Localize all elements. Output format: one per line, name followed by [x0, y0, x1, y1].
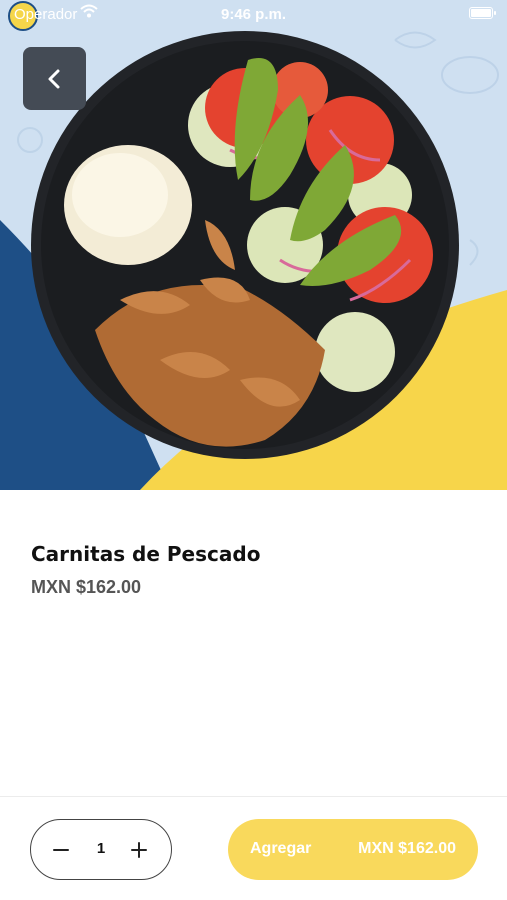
- product-image: Operador 9:46 p.m.: [0, 0, 507, 490]
- increase-quantity-button[interactable]: [127, 838, 151, 862]
- product-price: MXN $162.00: [31, 577, 142, 597]
- decrease-quantity-button[interactable]: [49, 838, 73, 862]
- battery-icon: [469, 7, 496, 19]
- status-time: 9:46 p.m.: [220, 6, 287, 23]
- chevron-left-icon: [48, 69, 59, 88]
- add-to-cart-bar: 1 Agregar MXN $162.00: [0, 796, 507, 900]
- quantity-stepper: 1: [30, 819, 172, 880]
- status-bar: Operador 9:46 p.m.: [0, 0, 507, 31]
- back-button[interactable]: [23, 47, 86, 110]
- add-button-label: Agregar: [250, 840, 312, 857]
- minus-icon: [53, 849, 69, 851]
- quantity-value: 1: [96, 840, 106, 857]
- plus-icon: [131, 842, 147, 858]
- add-button-amount: MXN $162.00: [358, 840, 456, 857]
- product-title: Carnitas de Pescado: [31, 542, 261, 566]
- add-to-cart-button[interactable]: Agregar MXN $162.00: [228, 819, 478, 880]
